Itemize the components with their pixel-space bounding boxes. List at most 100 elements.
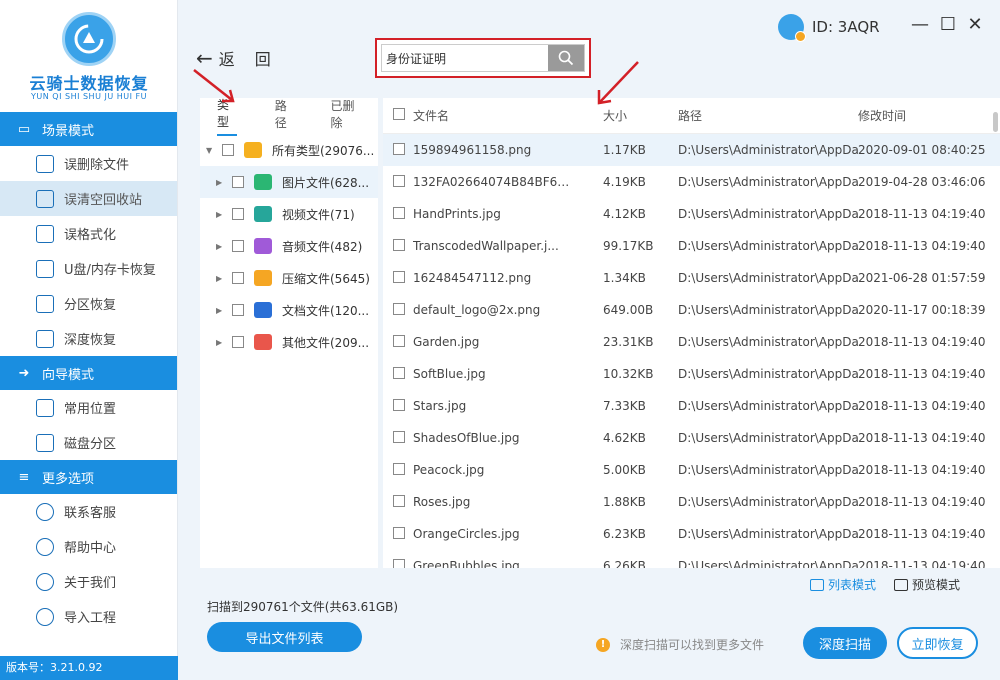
row-checkbox[interactable] [393,462,405,475]
view-mode-switch: 列表模式 预览模式 [810,576,978,593]
table-row[interactable]: Stars.jpg 7.33KB D:\Users\Administrator\Ap… [383,390,1000,422]
tab-1[interactable]: 路径 [275,97,295,135]
table-row[interactable]: TranscodedWallpaper.j... 99.17KB D:\Users\… [383,230,1000,262]
caret-right-icon[interactable]: ▶ [216,210,226,219]
table-row[interactable]: GreenBubbles.jpg 6.26KB D:\Users\Administr… [383,550,1000,568]
sidebar-item-2-2[interactable]: 关于我们 [0,564,177,599]
category-item-5[interactable]: ▶ 文档文件(120... [200,294,378,326]
sidebar-item-0-3[interactable]: U盘/内存卡恢复 [0,251,177,286]
sidebar-item-2-1[interactable]: 帮助中心 [0,529,177,564]
sidebar-item-0-1[interactable]: 误清空回收站 [0,181,177,216]
file-name: 132FA02664074B84BF67... [413,175,573,189]
caret-down-icon[interactable]: ▼ [206,146,216,155]
category-item-2[interactable]: ▶ 视频文件(71) [200,198,378,230]
search-input[interactable] [382,45,548,71]
file-table: 文件名 大小 路径 修改时间 159894961158.png 1.17KB D:\… [383,98,1000,568]
column-name[interactable]: 文件名 [413,107,573,124]
list-mode-button[interactable]: 列表模式 [810,576,876,593]
category-item-6[interactable]: ▶ 其他文件(209... [200,326,378,358]
file-name: SoftBlue.jpg [413,367,486,381]
category-checkbox[interactable] [232,304,244,316]
sidebar-item-1-0[interactable]: 常用位置 [0,390,177,425]
file-size: 99.17KB [603,239,654,253]
sidebar-item-0-2[interactable]: 误格式化 [0,216,177,251]
table-row[interactable]: 162484547112.png 1.34KB D:\Users\Administr… [383,262,1000,294]
tab-2[interactable]: 已删除 [330,97,360,135]
row-checkbox[interactable] [393,270,405,283]
caret-right-icon[interactable]: ▶ [216,242,226,251]
export-file-list-button[interactable]: 导出文件列表 [207,622,362,652]
maximize-icon[interactable]: ☐ [938,14,958,35]
category-item-0[interactable]: ▼ 所有类型(29076... [200,134,378,166]
table-row[interactable]: 159894961158.png 1.17KB D:\Users\Administr… [383,134,1000,166]
row-checkbox[interactable] [393,238,405,251]
table-row[interactable]: Peacock.jpg 5.00KB D:\Users\Administrator\… [383,454,1000,486]
caret-right-icon[interactable]: ▶ [216,274,226,283]
category-checkbox[interactable] [232,336,244,348]
row-checkbox[interactable] [393,174,405,187]
caret-right-icon[interactable]: ▶ [216,178,226,187]
file-modified: 2018-11-13 04:19:40 [858,559,986,568]
scrollbar-thumb[interactable] [993,112,998,132]
file-name: HandPrints.jpg [413,207,501,221]
sidebar-item-label: 深度恢复 [64,333,117,348]
category-checkbox[interactable] [232,272,244,284]
search-field [381,44,585,72]
table-row[interactable]: OrangeCircles.jpg 6.23KB D:\Users\Administ… [383,518,1000,550]
category-checkbox[interactable] [232,208,244,220]
table-header: 文件名 大小 路径 修改时间 [383,98,1000,134]
sidebar-item-2-3[interactable]: 导入工程 [0,599,177,634]
table-row[interactable]: Roses.jpg 1.88KB D:\Users\Administrator\Ap… [383,486,1000,518]
preview-mode-button[interactable]: 预览模式 [894,576,960,593]
category-checkbox[interactable] [232,176,244,188]
column-size[interactable]: 大小 [573,107,648,124]
recover-now-button[interactable]: 立即恢复 [897,627,978,659]
row-checkbox[interactable] [393,334,405,347]
table-row[interactable]: Garden.jpg 23.31KB D:\Users\Administrator\… [383,326,1000,358]
sidebar-item-label: 误格式化 [64,228,117,243]
caret-right-icon[interactable]: ▶ [216,338,226,347]
file-modified: 2018-11-13 04:19:40 [858,367,986,381]
row-checkbox[interactable] [393,142,405,155]
table-row[interactable]: 132FA02664074B84BF67... 4.19KB D:\Users\Ad… [383,166,1000,198]
sidebar-item-2-0[interactable]: 联系客服 [0,494,177,529]
category-item-3[interactable]: ▶ 音频文件(482) [200,230,378,262]
sidebar-item-0-0[interactable]: 误删除文件 [0,146,177,181]
table-row[interactable]: default_logo@2x.png 649.00B D:\Users\Admin… [383,294,1000,326]
back-button[interactable]: ← 返回 [196,46,291,70]
caret-right-icon[interactable]: ▶ [216,306,226,315]
file-name: ShadesOfBlue.jpg [413,431,520,445]
search-button[interactable] [548,45,584,71]
select-all-checkbox[interactable] [393,108,405,120]
row-checkbox[interactable] [393,526,405,539]
column-modified[interactable]: 修改时间 [858,107,998,124]
user-account[interactable]: ID: 3AQR [778,14,880,42]
help-icon [36,537,54,556]
sidebar-item-0-5[interactable]: 深度恢复 [0,321,177,356]
sidebar-item-1-1[interactable]: 磁盘分区 [0,425,177,460]
category-checkbox[interactable] [222,144,234,156]
file-modified: 2018-11-13 04:19:40 [858,335,986,349]
row-checkbox[interactable] [393,206,405,219]
tab-0[interactable]: 类型 [217,96,237,136]
deep-scan-button[interactable]: 深度扫描 [803,627,887,659]
row-checkbox[interactable] [393,430,405,443]
category-item-4[interactable]: ▶ 压缩文件(5645) [200,262,378,294]
arrow-left-icon: ← [196,46,213,70]
row-checkbox[interactable] [393,558,405,568]
table-row[interactable]: ShadesOfBlue.jpg 4.62KB D:\Users\Administr… [383,422,1000,454]
category-checkbox[interactable] [232,240,244,252]
sidebar-item-0-4[interactable]: 分区恢复 [0,286,177,321]
disk-icon [36,433,54,452]
file-name: 159894961158.png [413,143,532,157]
row-checkbox[interactable] [393,302,405,315]
row-checkbox[interactable] [393,494,405,507]
table-row[interactable]: HandPrints.jpg 4.12KB D:\Users\Administrat… [383,198,1000,230]
column-path[interactable]: 路径 [648,107,858,124]
row-checkbox[interactable] [393,398,405,411]
minimize-icon[interactable]: — [910,14,930,35]
close-icon[interactable]: ✕ [965,14,985,35]
row-checkbox[interactable] [393,366,405,379]
category-item-1[interactable]: ▶ 图片文件(628... [200,166,378,198]
table-row[interactable]: SoftBlue.jpg 10.32KB D:\Users\Administrato… [383,358,1000,390]
